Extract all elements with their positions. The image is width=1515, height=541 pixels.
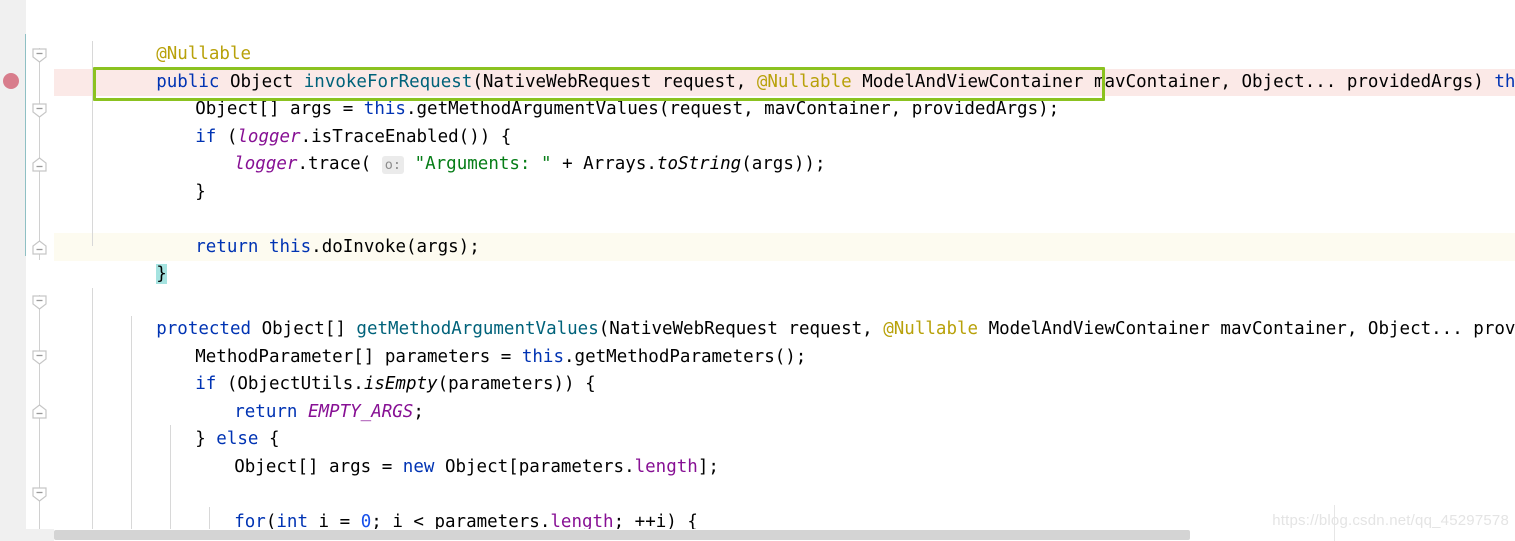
matching-brace: } bbox=[156, 264, 167, 285]
watermark-text: https://blog.csdn.net/qq_45297578 bbox=[1272, 512, 1509, 529]
code-line[interactable]: return EMPTY_ARGS; bbox=[54, 372, 424, 422]
code-folding-column[interactable] bbox=[26, 0, 54, 529]
parameter-hint-inlay[interactable]: o: bbox=[381, 156, 405, 175]
code-line[interactable]: @Nullable bbox=[54, 14, 251, 64]
code-line-highlighted[interactable]: Object[] args = this.getMethodArgumentVa… bbox=[54, 69, 1059, 119]
code-line[interactable]: return this.doInvoke(args); bbox=[54, 207, 480, 257]
code-line[interactable]: } bbox=[54, 152, 206, 202]
fold-collapse-icon[interactable] bbox=[32, 487, 47, 502]
breakpoint-icon[interactable] bbox=[3, 73, 19, 89]
fold-collapse-icon[interactable] bbox=[32, 350, 47, 365]
fold-expand-icon[interactable] bbox=[32, 404, 47, 419]
horizontal-scrollbar[interactable] bbox=[54, 529, 1515, 541]
fold-expand-icon[interactable] bbox=[32, 240, 47, 255]
code-line[interactable]: MethodParameter parameter = parameters[i… bbox=[54, 509, 716, 529]
editor-gutter[interactable] bbox=[0, 0, 27, 529]
code-line[interactable]: } bbox=[54, 234, 167, 285]
fold-collapse-icon[interactable] bbox=[32, 295, 47, 310]
code-line[interactable]: logger.trace( o: "Arguments: " + Arrays.… bbox=[54, 124, 826, 175]
fold-collapse-icon[interactable] bbox=[32, 103, 47, 118]
scrollbar-corner bbox=[0, 529, 54, 541]
horizontal-scrollbar-thumb[interactable] bbox=[54, 530, 1190, 540]
code-line[interactable]: if (ObjectUtils.isEmpty(parameters)) { bbox=[54, 344, 595, 394]
code-editor-area[interactable]: @Nullable public Object invokeForRequest… bbox=[54, 0, 1515, 529]
code-line[interactable]: if (logger.isTraceEnabled()) { bbox=[54, 97, 511, 147]
fold-collapse-icon[interactable] bbox=[32, 48, 47, 63]
fold-rail bbox=[39, 48, 40, 260]
code-line[interactable]: } else { bbox=[54, 399, 279, 449]
code-line[interactable]: MethodParameter[] parameters = this.getM… bbox=[54, 317, 806, 367]
code-line[interactable]: protected Object[] getMethodArgumentValu… bbox=[54, 289, 1515, 339]
code-line[interactable]: public Object invokeForRequest(NativeWeb… bbox=[54, 42, 1515, 92]
code-line[interactable]: for(int i = 0; i < parameters.length; ++… bbox=[54, 482, 698, 529]
code-line[interactable]: Object[] args = new Object[parameters.le… bbox=[54, 427, 719, 477]
fold-expand-icon[interactable] bbox=[32, 157, 47, 172]
ide-editor-window: @Nullable public Object invokeForRequest… bbox=[0, 0, 1515, 541]
